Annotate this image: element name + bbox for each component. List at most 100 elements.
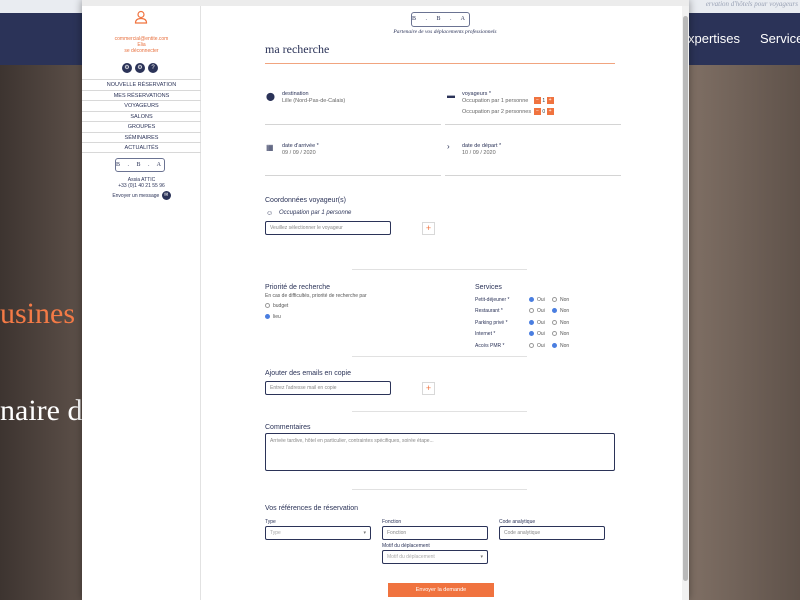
sidebar-icon-row: ⚙ ⚙ ? — [122, 63, 158, 73]
service-option-no[interactable]: Non — [552, 308, 569, 314]
arrival-underline — [265, 175, 441, 176]
radio-yes[interactable] — [529, 297, 534, 303]
comments-textarea[interactable]: Arrivée tardive, hôtel en particulier, c… — [265, 433, 615, 471]
destination-underline — [265, 124, 441, 125]
modal-scrollbar[interactable] — [682, 6, 689, 600]
menu-item-news[interactable]: ACTUALITÉS — [82, 142, 201, 153]
type-select-value: Type — [270, 530, 281, 536]
service-option-yes[interactable]: Oui — [529, 308, 545, 314]
send-message-label[interactable]: Envoyer un message — [112, 193, 159, 199]
service-option-yes[interactable]: Oui — [529, 297, 545, 303]
bed-icon: ▬ — [447, 91, 455, 100]
radio-location[interactable] — [265, 314, 270, 320]
service-option-yes[interactable]: Oui — [529, 343, 545, 349]
service-option-label: Non — [560, 320, 570, 326]
radio-no[interactable] — [552, 320, 557, 326]
occupancy-single-label: Occupation par 1 personne — [462, 98, 529, 104]
minus-button[interactable]: − — [534, 108, 541, 115]
section-divider — [352, 489, 527, 490]
departure-label: date de départ * — [462, 143, 502, 149]
motive-label: Motif du déplacement — [382, 543, 430, 549]
chevron-right-icon: › — [447, 142, 450, 151]
function-input[interactable]: Fonction — [382, 526, 488, 540]
service-label: Parking privé * — [475, 320, 508, 326]
service-option-yes[interactable]: Oui — [529, 331, 545, 337]
menu-item-travelers[interactable]: VOYAGEURS — [82, 100, 201, 111]
service-option-label: Non — [560, 343, 570, 349]
background-hero-line2: naire d — [0, 394, 83, 427]
code-label: Code analytique — [499, 519, 536, 525]
scrollbar-thumb[interactable] — [683, 16, 688, 581]
settings-icon[interactable]: ⚙ — [135, 63, 145, 73]
occupancy-single-stepper[interactable]: − 1 + — [534, 97, 554, 104]
destination-value[interactable]: Lille (Nord-Pas-de-Calais) — [282, 98, 345, 104]
background-nav-expertises[interactable]: xpertises — [688, 31, 740, 46]
destination-label: destination — [282, 91, 309, 97]
priority-option-location[interactable]: lieu — [265, 314, 281, 320]
calendar-icon: ▦ — [266, 143, 274, 152]
motive-select[interactable]: Motif du déplacement ▾ — [382, 550, 488, 564]
travelers-label: voyageurs * — [462, 91, 492, 97]
priority-location-label: lieu — [273, 314, 281, 320]
menu-item-salons[interactable]: SALONS — [82, 110, 201, 122]
radio-yes[interactable] — [529, 343, 534, 349]
service-option-yes[interactable]: Oui — [529, 320, 545, 326]
add-traveler-button[interactable]: + — [422, 222, 435, 235]
location-pin-icon: ⬤ — [266, 92, 275, 101]
radio-budget[interactable] — [265, 303, 270, 309]
gear-icon[interactable]: ⚙ — [122, 63, 132, 73]
function-label: Fonction — [382, 519, 402, 525]
section-divider — [352, 411, 527, 412]
priority-title: Priorité de recherche — [265, 284, 330, 291]
occupancy-label: Occupation par 1 personne — [279, 210, 352, 216]
travelers-underline — [445, 124, 621, 125]
service-option-no[interactable]: Non — [552, 343, 569, 349]
background-nav-services[interactable]: Service — [760, 31, 800, 46]
cc-email-input[interactable]: Entrez l'adresse mail en copie — [265, 381, 391, 395]
service-option-no[interactable]: Non — [552, 297, 569, 303]
message-icon[interactable]: ✉ — [161, 191, 171, 200]
menu-item-my-reservations[interactable]: MES RÉSERVATIONS — [82, 89, 201, 101]
minus-button[interactable]: − — [534, 97, 541, 104]
radio-yes[interactable] — [529, 308, 534, 314]
departure-underline — [445, 175, 621, 176]
service-option-label: Non — [560, 308, 570, 314]
submit-request-button[interactable]: Envoyer la demande — [388, 583, 494, 597]
service-label: Internet * — [475, 331, 496, 337]
radio-no[interactable] — [552, 343, 557, 349]
menu-item-groups[interactable]: GROUPES — [82, 121, 201, 132]
radio-yes[interactable] — [529, 320, 534, 326]
arrival-value[interactable]: 09 / 09 / 2020 — [282, 150, 316, 156]
occupancy-single-value: 1 — [542, 97, 546, 104]
traveler-select[interactable]: Veuillez sélectionner le voyageur — [265, 221, 391, 235]
help-icon[interactable]: ? — [148, 63, 158, 73]
service-option-no[interactable]: Non — [552, 331, 569, 337]
radio-yes[interactable] — [529, 331, 534, 337]
service-option-label: Oui — [537, 308, 545, 314]
occupancy-double-stepper[interactable]: − 0 + — [534, 108, 554, 115]
add-email-button[interactable]: + — [422, 382, 435, 395]
user-icon[interactable] — [134, 10, 148, 24]
section-divider — [352, 356, 527, 357]
logout-link[interactable]: se déconnecter — [82, 48, 201, 54]
service-option-no[interactable]: Non — [552, 320, 569, 326]
priority-option-budget[interactable]: budget — [265, 303, 288, 309]
sidebar: commercial@entite.com Elia se déconnecte… — [82, 6, 201, 600]
departure-value[interactable]: 10 / 09 / 2020 — [462, 150, 496, 156]
radio-no[interactable] — [552, 331, 557, 337]
chevron-down-icon: ▾ — [363, 530, 366, 536]
plus-button[interactable]: + — [546, 97, 554, 104]
menu-item-new-reservation[interactable]: NOUVELLE RÉSERVATION — [82, 79, 201, 90]
radio-no[interactable] — [552, 297, 557, 303]
plus-button[interactable]: + — [546, 108, 554, 115]
sidebar-logo: B . B . A — [115, 158, 165, 172]
service-option-label: Oui — [537, 297, 545, 303]
radio-no[interactable] — [552, 308, 557, 314]
menu-item-seminars[interactable]: SÉMINAIRES — [82, 131, 201, 143]
send-message-link[interactable]: Envoyer un message ✉ — [82, 191, 201, 200]
service-label: Restaurant * — [475, 308, 503, 314]
priority-subtitle: En cas de difficultés, priorité de reche… — [265, 293, 367, 299]
code-analytic-input[interactable]: Code analytique — [499, 526, 605, 540]
background-hero-line1: usines — [0, 297, 75, 330]
type-select[interactable]: Type ▾ — [265, 526, 371, 540]
